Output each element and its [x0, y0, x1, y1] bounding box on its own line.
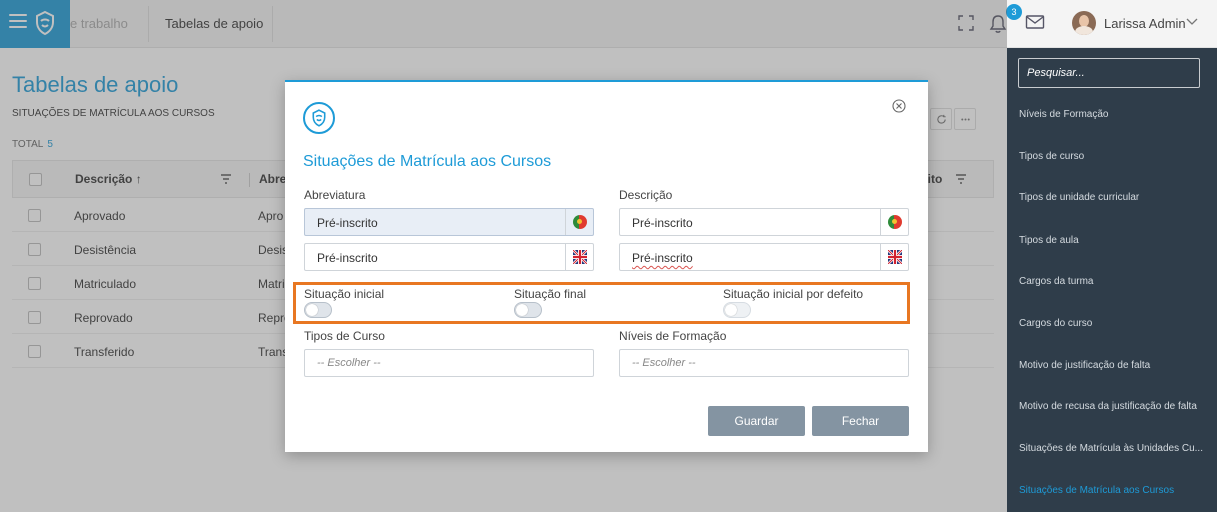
uk-flag-icon	[572, 250, 587, 264]
mail-icon[interactable]	[1025, 14, 1045, 30]
flag-en-button[interactable]	[565, 244, 593, 270]
situacao-inicial-label: Situação inicial	[304, 287, 385, 301]
niveis-formacao-value: -- Escolher --	[632, 357, 696, 369]
sidebar-item-cargos-turma[interactable]: Cargos da turma	[1019, 276, 1093, 287]
logo-icon	[312, 109, 326, 127]
close-button[interactable]: Fechar	[812, 406, 909, 436]
chevron-down-icon[interactable]	[1186, 18, 1198, 26]
niveis-formacao-select[interactable]: -- Escolher --	[619, 349, 909, 377]
modal-title: Situações de Matrícula aos Cursos	[303, 153, 552, 170]
save-button[interactable]: Guardar	[708, 406, 805, 436]
sidebar-item-tipos-aula[interactable]: Tipos de aula	[1019, 235, 1079, 246]
situacao-final-label: Situação final	[514, 287, 587, 301]
sidebar-item-motivo-recusa-justificacao[interactable]: Motivo de recusa da justificação de falt…	[1019, 401, 1197, 412]
situacao-final-toggle[interactable]	[514, 302, 542, 318]
abreviatura-pt-value: Pré-inscrito	[317, 216, 378, 230]
tipos-curso-label: Tipos de Curso	[304, 329, 385, 343]
sidebar-item-motivo-justificacao-falta[interactable]: Motivo de justificação de falta	[1019, 360, 1150, 371]
support-tables-sidebar: Níveis de Formação Tipos de curso Tipos …	[1007, 48, 1217, 512]
sidebar-item-cargos-curso[interactable]: Cargos do curso	[1019, 318, 1092, 329]
sidebar-item-situacoes-matricula-unidades[interactable]: Situações de Matrícula às Unidades Cu...	[1019, 443, 1203, 454]
tipos-curso-value: -- Escolher --	[317, 357, 381, 369]
portugal-flag-icon	[572, 215, 587, 229]
modal-logo	[303, 102, 335, 134]
close-icon[interactable]	[892, 99, 906, 113]
descricao-label: Descrição	[619, 188, 673, 202]
notification-badge: 3	[1006, 4, 1022, 20]
abreviatura-pt-field[interactable]: Pré-inscrito	[304, 208, 594, 236]
abreviatura-label: Abreviatura	[304, 188, 366, 202]
situacao-inicial-defeito-toggle[interactable]	[723, 302, 751, 318]
situacao-inicial-toggle[interactable]	[304, 302, 332, 318]
situacao-inicial-defeito-label: Situação inicial por defeito	[723, 287, 864, 301]
situacoes-matricula-modal: Situações de Matrícula aos Cursos Abrevi…	[285, 80, 928, 452]
descricao-en-field[interactable]: Pré-inscrito	[619, 243, 909, 271]
sidebar-item-tipos-unidade-curricular[interactable]: Tipos de unidade curricular	[1019, 192, 1139, 203]
descricao-pt-field[interactable]: Pré-inscrito	[619, 208, 909, 236]
niveis-formacao-label: Níveis de Formação	[619, 329, 727, 343]
tipos-curso-select[interactable]: -- Escolher --	[304, 349, 594, 377]
sidebar-item-niveis-formacao[interactable]: Níveis de Formação	[1019, 109, 1108, 120]
flag-pt-button[interactable]	[565, 209, 593, 235]
sidebar-item-situacoes-matricula-cursos[interactable]: Situações de Matrícula aos Cursos	[1019, 485, 1174, 496]
user-name[interactable]: Larissa Admin	[1104, 16, 1186, 31]
uk-flag-icon	[887, 250, 902, 264]
flag-en-button[interactable]	[880, 244, 908, 270]
descricao-pt-value: Pré-inscrito	[632, 216, 693, 230]
flag-pt-button[interactable]	[880, 209, 908, 235]
abreviatura-en-value: Pré-inscrito	[317, 251, 378, 265]
abreviatura-en-field[interactable]: Pré-inscrito	[304, 243, 594, 271]
portugal-flag-icon	[887, 215, 902, 229]
sidebar-search-input[interactable]	[1018, 58, 1200, 88]
sidebar-item-tipos-curso[interactable]: Tipos de curso	[1019, 151, 1084, 162]
descricao-en-value: Pré-inscrito	[632, 251, 693, 265]
avatar[interactable]	[1072, 11, 1096, 35]
